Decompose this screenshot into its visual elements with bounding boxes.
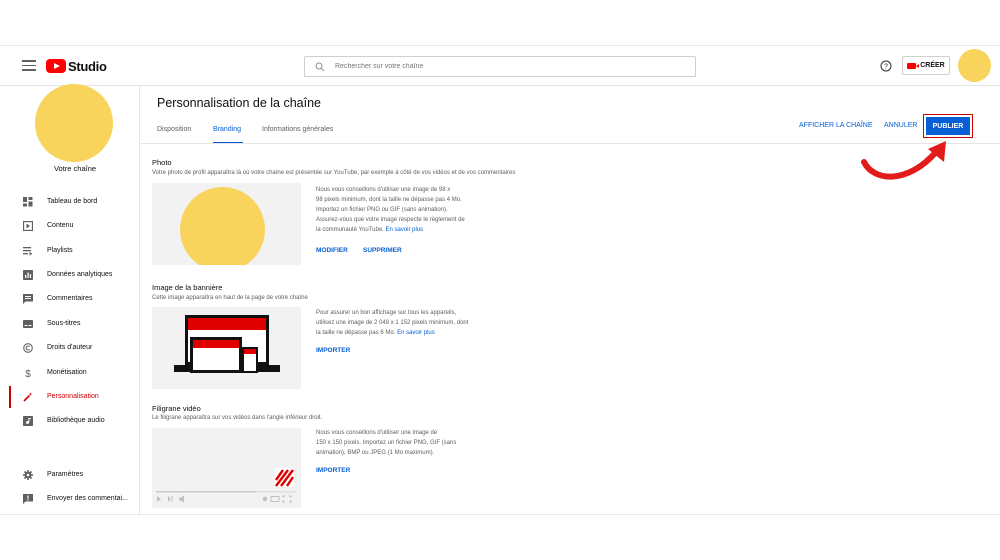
create-button[interactable]: CRÉER — [902, 56, 950, 75]
sidebar-item-dashboard[interactable]: Tableau de bord — [0, 191, 140, 213]
main-content: Personnalisation de la chaîne Dispositio… — [141, 86, 1000, 516]
sidebar-item-label: Commentaires — [47, 295, 93, 302]
menu-icon[interactable] — [22, 60, 36, 71]
help-icon[interactable]: ? — [880, 60, 892, 72]
dollar-icon: $ — [22, 368, 33, 378]
banner-preview — [152, 307, 301, 389]
svg-text:?: ? — [884, 64, 888, 71]
publish-button[interactable]: PUBLIER — [926, 117, 970, 135]
sidebar-item-send-feedback[interactable]: Envoyer des commentai... — [0, 488, 140, 510]
photo-section-title: Photo — [152, 158, 172, 167]
feedback-icon — [22, 494, 33, 504]
sidebar-item-playlists[interactable]: Playlists — [0, 240, 140, 262]
tab-layout[interactable]: Disposition — [157, 126, 191, 133]
banner-info-line: la taille ne dépasse pas 6 Mo. En savoir… — [316, 328, 491, 338]
sidebar-item-label: Paramètres — [47, 471, 84, 478]
watermark-preview — [152, 428, 301, 508]
search-icon — [315, 62, 325, 71]
sidebar-item-settings[interactable]: Paramètres — [0, 464, 140, 486]
page-title: Personnalisation de la chaîne — [157, 96, 322, 110]
tab-branding[interactable]: Branding — [213, 126, 241, 133]
logo-text: Studio — [68, 58, 107, 74]
photo-info-line: la communauté YouTube. En savoir plus — [316, 225, 491, 235]
photo-section-description: Votre photo de profil apparaîtra là où v… — [152, 170, 516, 176]
banner-learn-more-link[interactable]: En savoir plus — [397, 330, 435, 336]
top-header: Studio ? CRÉER — [0, 46, 1000, 86]
sidebar-item-label: Monétisation — [47, 369, 87, 376]
devices-illustration — [174, 315, 280, 373]
modify-photo-button[interactable]: MODIFIER — [316, 247, 348, 254]
delete-photo-button[interactable]: SUPPRIMER — [363, 247, 402, 254]
photo-info-last-line: la communauté YouTube. — [316, 227, 384, 233]
sidebar-item-monetization[interactable]: $ Monétisation — [0, 362, 140, 384]
channel-label: Votre chaîne — [53, 164, 97, 173]
banner-info-last-line: la taille ne dépasse pas 6 Mo. — [316, 330, 396, 336]
profile-photo-preview — [152, 183, 301, 265]
account-avatar[interactable] — [958, 49, 991, 82]
sidebar-item-label: Personnalisation — [47, 393, 99, 400]
sidebar-item-label: Playlists — [47, 247, 73, 254]
sidebar-item-label: Droits d'auteur — [47, 344, 93, 351]
watermark-info-line: 150 x 150 pixels. Importez un fichier PN… — [316, 440, 457, 446]
sidebar-item-content[interactable]: Contenu — [0, 215, 140, 237]
photo-learn-more-link[interactable]: En savoir plus — [386, 227, 424, 233]
cancel-button[interactable]: ANNULER — [884, 122, 917, 129]
sidebar-item-subtitles[interactable]: Sous-titres — [0, 313, 140, 335]
photo-info: Nous vous conseillons d'utiliser une ima… — [316, 185, 491, 235]
sidebar-item-label: Contenu — [47, 222, 74, 229]
youtube-play-icon — [46, 59, 66, 73]
view-channel-link[interactable]: AFFICHER LA CHAÎNE — [799, 122, 873, 129]
sidebar-item-label: Bibliothèque audio — [47, 417, 105, 424]
banner-section-description: Cette image apparaîtra en haut de la pag… — [152, 295, 308, 301]
video-camera-icon — [907, 62, 920, 69]
sidebar-item-copyright[interactable]: Droits d'auteur — [0, 337, 140, 359]
sidebar-item-audio-library[interactable]: Bibliothèque audio — [0, 410, 140, 432]
import-banner-button[interactable]: IMPORTER — [316, 347, 350, 354]
banner-section-title: Image de la bannière — [152, 283, 223, 292]
sidebar: Votre chaîne Tableau de bord Contenu Pla… — [0, 84, 140, 516]
photo-info-line: Nous vous conseillons d'utiliser une ima… — [316, 187, 451, 193]
create-label: CRÉER — [920, 62, 945, 69]
banner-info-line: Pour assurer un bon affichage sur tous l… — [316, 310, 457, 316]
studio-app: Studio ? CRÉER Votre chaîne Tableau de b… — [0, 45, 1000, 516]
photo-info-line: Assurez-vous que votre image respecte le… — [316, 217, 465, 223]
subtitles-icon — [22, 319, 33, 329]
gear-icon — [22, 470, 33, 480]
red-arrow-annotation — [861, 141, 946, 180]
import-watermark-button[interactable]: IMPORTER — [316, 467, 350, 474]
channel-avatar[interactable] — [35, 84, 113, 162]
analytics-icon — [22, 270, 33, 280]
watermark-section-description: Le filigrane apparaîtra sur vos vidéos d… — [152, 415, 323, 421]
content-icon — [22, 221, 33, 231]
audio-library-icon — [22, 416, 33, 426]
watermark-section-title: Filigrane vidéo — [152, 404, 201, 413]
copyright-icon — [22, 343, 33, 353]
studio-logo[interactable]: Studio — [46, 58, 107, 74]
photo-info-line: 98 pixels minimum, dont la taille ne dép… — [316, 197, 462, 203]
sidebar-item-analytics[interactable]: Données analytiques — [0, 264, 140, 286]
banner-info: Pour assurer un bon affichage sur tous l… — [316, 308, 491, 338]
svg-text:$: $ — [25, 369, 31, 378]
comments-icon — [22, 294, 33, 304]
sidebar-item-label: Tableau de bord — [47, 198, 98, 205]
search-bar[interactable] — [304, 56, 696, 77]
watermark-info-line: animation), BMP ou JPEG (1 Mo maximum). — [316, 450, 435, 456]
banner-info-line: utilisez une image de 2 048 x 1 152 pixe… — [316, 320, 469, 326]
photo-info-line: Importez un fichier PNG ou GIF (sans ani… — [316, 207, 448, 213]
sidebar-item-label: Envoyer des commentai... — [47, 495, 128, 502]
sidebar-item-comments[interactable]: Commentaires — [0, 288, 140, 310]
dashboard-icon — [22, 197, 33, 207]
video-player-illustration — [152, 428, 301, 508]
sidebar-item-label: Sous-titres — [47, 320, 81, 327]
sidebar-item-label: Données analytiques — [47, 271, 113, 278]
watermark-info: Nous vous conseillons d'utiliser une ima… — [316, 428, 491, 458]
watermark-info-line: Nous vous conseillons d'utiliser une ima… — [316, 430, 438, 436]
magic-wand-icon — [22, 392, 33, 402]
tab-basic-info[interactable]: Informations générales — [262, 126, 333, 133]
publish-highlight-box: PUBLIER — [923, 114, 973, 138]
sidebar-item-customization[interactable]: Personnalisation — [0, 386, 140, 408]
profile-photo — [180, 187, 265, 265]
search-input[interactable] — [335, 63, 675, 70]
playlists-icon — [22, 246, 33, 256]
